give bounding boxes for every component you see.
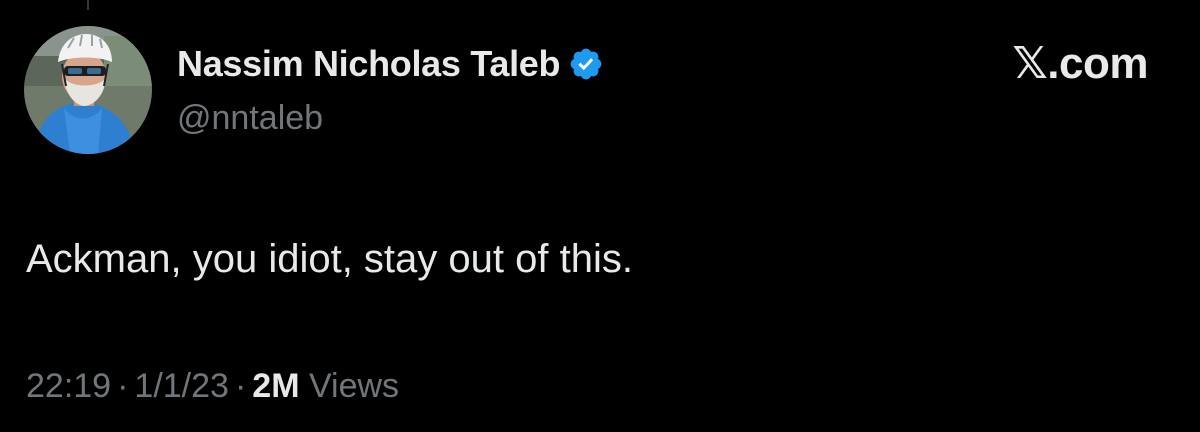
tweet-text: Ackman, you idiot, stay out of this. (26, 237, 633, 281)
verified-badge-icon (568, 46, 604, 82)
views-label: Views (308, 367, 400, 405)
thread-connector-line (87, 0, 89, 10)
x-com-logo: 𝕏.com (1012, 39, 1148, 88)
author-display-name[interactable]: Nassim Nicholas Taleb (177, 43, 560, 85)
tweet-card: Nassim Nicholas Taleb @nntaleb 𝕏.com Ack… (0, 0, 1200, 432)
avatar[interactable] (24, 26, 152, 154)
tweet-date[interactable]: 1/1/23 (134, 367, 229, 405)
views-count[interactable]: 2M (252, 367, 299, 405)
tweet-meta: 22:19 · 1/1/23 · 2M Views (26, 367, 399, 406)
author-handle[interactable]: @nntaleb (177, 99, 323, 138)
meta-separator: · (117, 367, 129, 405)
author-name-row: Nassim Nicholas Taleb (177, 42, 604, 86)
tweet-time[interactable]: 22:19 (26, 367, 111, 405)
meta-separator: · (234, 367, 247, 405)
